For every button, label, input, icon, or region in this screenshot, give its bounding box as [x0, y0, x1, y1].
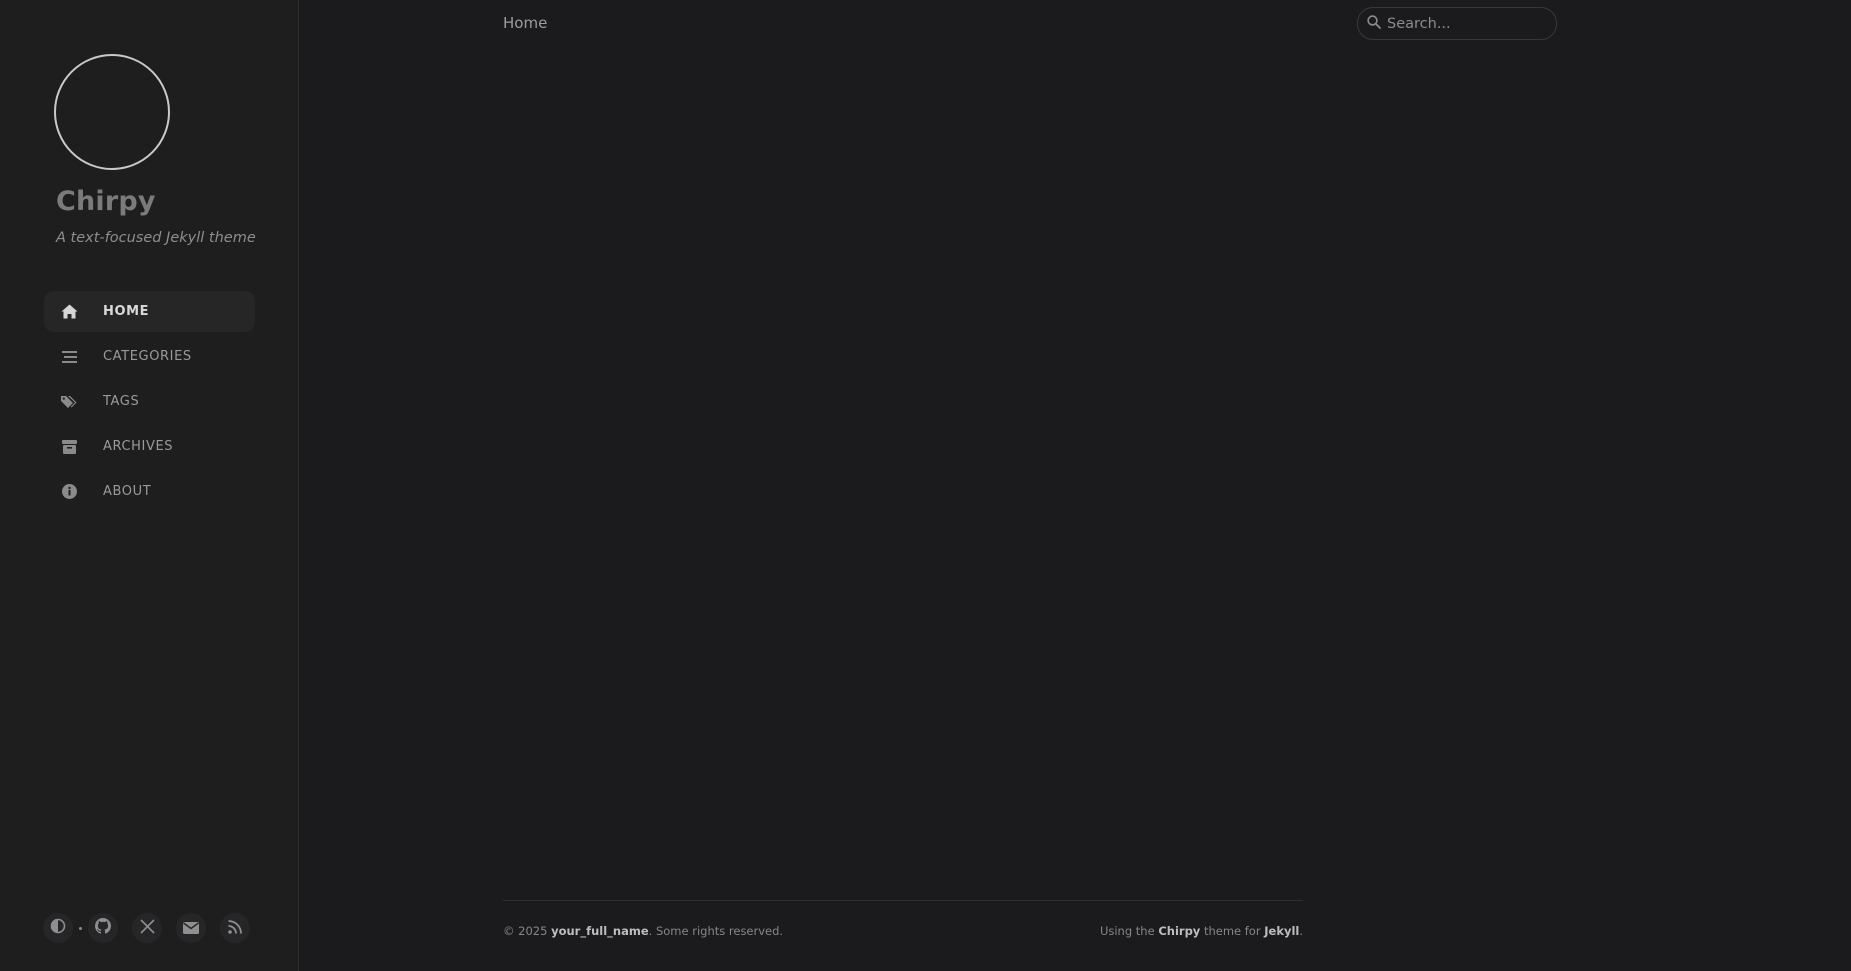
footer-divider: [503, 900, 1303, 901]
theme-toggle-button[interactable]: [43, 913, 73, 943]
email-link[interactable]: [176, 913, 206, 943]
credit-middle: theme for: [1200, 924, 1265, 938]
theme-toggle-icon: [50, 918, 66, 938]
sidebar-item-label: HOME: [103, 304, 150, 319]
email-icon: [183, 919, 199, 938]
github-link[interactable]: [88, 913, 118, 943]
site-title[interactable]: Chirpy: [56, 186, 156, 217]
tags-icon: [60, 393, 78, 411]
sidebar-item-label: CATEGORIES: [103, 349, 192, 364]
copyright-prefix: © 2025: [503, 924, 552, 938]
sidebar-bottom: [43, 913, 264, 943]
credit-suffix: .: [1299, 924, 1303, 938]
search-icon: [1367, 14, 1381, 33]
credit-prefix: Using the: [1099, 924, 1159, 938]
jekyll-link[interactable]: Jekyll: [1264, 924, 1299, 938]
sidebar-item-label: TAGS: [103, 394, 140, 409]
rss-icon: [228, 919, 242, 938]
rss-link[interactable]: [220, 913, 250, 943]
info-circle-icon: [60, 483, 78, 501]
sidebar-item-categories[interactable]: CATEGORIES: [44, 336, 255, 377]
home-icon: [60, 303, 78, 321]
chirpy-theme-link[interactable]: Chirpy: [1158, 924, 1200, 938]
copyright-suffix: . Some rights reserved.: [648, 924, 784, 938]
footer-theme-credit: Using the Chirpy theme for Jekyll.: [1100, 924, 1303, 938]
search-box[interactable]: [1357, 7, 1557, 40]
x-twitter-link[interactable]: [132, 913, 162, 943]
author-link[interactable]: your_full_name: [551, 924, 649, 938]
footer-copyright: © 2025 your_full_name. Some rights reser…: [503, 924, 783, 938]
avatar[interactable]: [54, 54, 170, 170]
sidebar-item-archives[interactable]: ARCHIVES: [44, 426, 255, 467]
sidebar-item-tags[interactable]: TAGS: [44, 381, 255, 422]
x-twitter-icon: [139, 918, 155, 938]
archive-icon: [60, 438, 78, 456]
github-icon: [95, 918, 111, 938]
sidebar-item-home[interactable]: HOME: [44, 291, 255, 332]
sidebar: Chirpy A text-focused Jekyll theme HOME …: [0, 0, 299, 971]
search-input[interactable]: [1387, 15, 1547, 32]
stream-icon: [60, 348, 78, 366]
site-subtitle: A text-focused Jekyll theme: [56, 230, 256, 246]
sidebar-item-label: ABOUT: [103, 484, 152, 499]
sidebar-item-about[interactable]: ABOUT: [44, 471, 255, 512]
sidebar-item-label: ARCHIVES: [103, 439, 174, 454]
separator-dot: [79, 926, 82, 930]
sidebar-nav: HOME CATEGORIES TAGS ARCHIVES ABOUT: [44, 291, 255, 516]
breadcrumb: Home: [503, 14, 548, 32]
